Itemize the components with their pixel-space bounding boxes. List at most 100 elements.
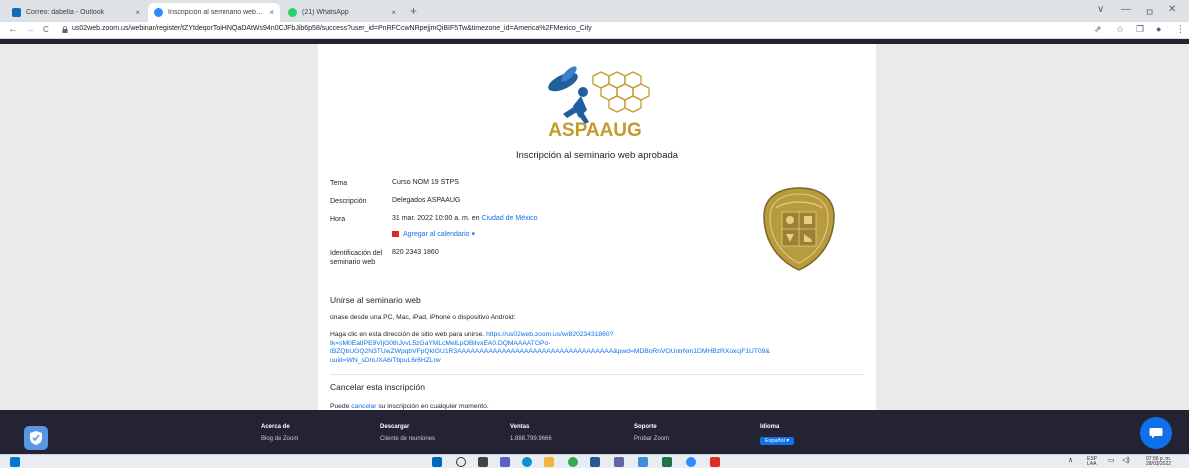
clock-date: 28/03/2022 bbox=[1146, 461, 1172, 467]
time-value: 31 mar. 2022 10:00 a. m. en Ciudad de Mé… bbox=[392, 215, 538, 222]
tab-title: (21) WhatsApp bbox=[302, 9, 349, 16]
join-url-link[interactable]: tk=sM0EatIPE9VIjG0thJvvL5zGaYMLcMelLpOBi… bbox=[330, 340, 550, 347]
join-url-link[interactable]: tBZQbUGQ2N3TUwZWpqbVFpQkIGU1R3AAAAAAAAAA… bbox=[330, 348, 770, 355]
address-toolbar: ← → C us02web.zoom.us/webinar/register/t… bbox=[0, 22, 1189, 39]
teams-icon[interactable] bbox=[500, 457, 510, 467]
bookmark-star-icon[interactable]: ☆ bbox=[1116, 24, 1124, 35]
lock-icon[interactable] bbox=[62, 26, 68, 33]
back-button[interactable]: ← bbox=[8, 24, 18, 35]
language-select[interactable]: Español ▾ bbox=[760, 437, 795, 445]
add-to-calendar-label: Agregar al calendario ▾ bbox=[403, 231, 475, 238]
windows-start-icon[interactable] bbox=[10, 457, 20, 467]
university-seal-image bbox=[763, 187, 835, 271]
lang-line-2: LAA bbox=[1087, 461, 1097, 467]
edge-icon[interactable] bbox=[522, 457, 532, 467]
webinar-id-label: Identificación del seminario web bbox=[330, 250, 383, 266]
excel-icon[interactable] bbox=[662, 457, 672, 467]
section-divider bbox=[330, 374, 864, 375]
window-close-button[interactable]: ✕ bbox=[1168, 4, 1176, 15]
footer-col-download: Descargar Cliente de reuniones bbox=[380, 424, 435, 442]
search-icon[interactable] bbox=[456, 457, 466, 467]
cancel-pre-text: Puede bbox=[330, 403, 350, 410]
outlook-icon bbox=[12, 8, 21, 17]
page-viewport[interactable]: ASPAAUG Inscripción al seminario web apr… bbox=[0, 44, 1189, 410]
word-icon[interactable] bbox=[590, 457, 600, 467]
join-link-paragraph: Haga clic en esta dirección de sitio web… bbox=[330, 331, 770, 365]
app-icon[interactable] bbox=[614, 457, 624, 467]
tray-chevron-icon[interactable]: ∧ bbox=[1068, 457, 1073, 464]
footer-heading: Ventas bbox=[510, 424, 530, 430]
topic-value: Curso NOM 19 STPS bbox=[392, 179, 459, 186]
footer-col-language: Idioma Español ▾ bbox=[760, 424, 795, 445]
cancel-registration-link[interactable]: cancelar bbox=[351, 403, 376, 410]
tab-title: Correo: dabella - Outlook bbox=[26, 9, 105, 16]
cancel-heading: Cancelar esta inscripción bbox=[330, 382, 425, 392]
chat-button[interactable] bbox=[1140, 417, 1172, 449]
file-explorer-icon[interactable] bbox=[544, 457, 554, 467]
windows-taskbar: ∧ ESP LAA ▭ ◁) 07:56 p. m. 28/03/2022 bbox=[0, 454, 1189, 468]
footer-col-sales: Ventas 1.888.799.9666 bbox=[510, 424, 552, 442]
side-panel-icon[interactable]: ❐ bbox=[1136, 24, 1144, 35]
join-url-link[interactable]: uuid=WN_sDnUXA6iTbpuL6r6HZLrw bbox=[330, 357, 441, 364]
clock[interactable]: 07:56 p. m. 28/03/2022 bbox=[1146, 457, 1171, 467]
chat-bubble-icon bbox=[1149, 428, 1163, 439]
chrome-icon[interactable] bbox=[568, 457, 578, 467]
zoom-app-icon[interactable] bbox=[686, 457, 696, 467]
reload-button[interactable]: C bbox=[43, 25, 49, 34]
description-label: Descripción bbox=[330, 198, 367, 205]
tab-whatsapp[interactable]: (21) WhatsApp × bbox=[282, 3, 402, 22]
tab-title: Inscripción al seminario web estr... bbox=[168, 9, 265, 16]
aspaaug-logo: ASPAAUG bbox=[548, 66, 650, 140]
timezone-link[interactable]: Ciudad de México bbox=[482, 215, 538, 222]
footer-heading: Acerca de bbox=[261, 424, 290, 430]
whatsapp-icon bbox=[288, 8, 297, 17]
share-icon[interactable]: ⇗ bbox=[1094, 24, 1102, 35]
join-click-text: Haga clic en esta dirección de sitio web… bbox=[330, 331, 485, 338]
footer-heading: Descargar bbox=[380, 424, 410, 430]
url-field[interactable]: us02web.zoom.us/webinar/register/tZYtdeq… bbox=[72, 25, 592, 32]
start-icon[interactable] bbox=[432, 457, 442, 467]
add-to-calendar-link[interactable]: Agregar al calendario ▾ bbox=[392, 230, 475, 238]
footer-link[interactable]: Blog de Zoom bbox=[261, 436, 298, 442]
network-icon[interactable]: ▭ bbox=[1108, 457, 1115, 464]
join-devices-text: únase desde una PC, Mac, iPad, iPhone o … bbox=[330, 314, 516, 321]
close-icon[interactable]: × bbox=[269, 8, 274, 17]
footer-col-support: Soporte Probar Zoom bbox=[634, 424, 669, 442]
page-title: Inscripción al seminario web aprobada bbox=[515, 150, 679, 161]
description-value: Delegados ASPAAUG bbox=[392, 197, 461, 204]
footer-heading: Idioma bbox=[760, 424, 780, 430]
restore-button[interactable]: ㅁ bbox=[1145, 4, 1154, 19]
footer-col-about: Acerca de Blog de Zoom bbox=[261, 424, 298, 442]
tab-search-icon[interactable]: ∨ bbox=[1097, 4, 1104, 15]
footer-link[interactable]: 1.888.799.9666 bbox=[510, 436, 552, 442]
footer-link[interactable]: Cliente de reuniones bbox=[380, 436, 435, 442]
security-shield-button[interactable] bbox=[24, 426, 48, 450]
new-tab-button[interactable]: + bbox=[410, 4, 417, 18]
join-url-link[interactable]: https://us02web.zoom.us/w/82023431860? bbox=[486, 331, 613, 338]
registration-card: ASPAAUG Inscripción al seminario web apr… bbox=[318, 44, 876, 410]
close-icon[interactable]: × bbox=[391, 8, 396, 17]
join-heading: Unirse al seminario web bbox=[330, 295, 421, 305]
cancel-post-text: su inscripción en cualquier momento. bbox=[378, 403, 489, 410]
store-icon[interactable] bbox=[638, 457, 648, 467]
profile-icon[interactable]: ● bbox=[1156, 24, 1161, 34]
time-label: Hora bbox=[330, 216, 346, 223]
footer-heading: Soporte bbox=[634, 424, 657, 430]
tab-outlook[interactable]: Correo: dabella - Outlook × bbox=[6, 3, 146, 22]
time-text: 31 mar. 2022 10:00 a. m. en bbox=[392, 215, 480, 222]
minimize-button[interactable]: — bbox=[1121, 4, 1131, 15]
browser-menu-icon[interactable]: ⋮ bbox=[1176, 24, 1185, 35]
footer-link[interactable]: Probar Zoom bbox=[634, 436, 669, 442]
logo-wordmark: ASPAAUG bbox=[548, 120, 642, 140]
calendar-icon bbox=[392, 231, 399, 237]
acrobat-icon[interactable] bbox=[710, 457, 720, 467]
volume-icon[interactable]: ◁) bbox=[1122, 457, 1130, 464]
shield-check-icon bbox=[30, 431, 42, 445]
language-indicator[interactable]: ESP LAA bbox=[1087, 457, 1097, 467]
zoom-footer: Acerca de Blog de Zoom Descargar Cliente… bbox=[0, 410, 1189, 454]
task-view-icon[interactable] bbox=[478, 457, 488, 467]
cancel-text: Puede cancelar su inscripción en cualqui… bbox=[330, 403, 489, 410]
forward-button[interactable]: → bbox=[25, 24, 35, 35]
close-icon[interactable]: × bbox=[135, 8, 140, 17]
tab-zoom-registration[interactable]: Inscripción al seminario web estr... × bbox=[148, 3, 280, 22]
